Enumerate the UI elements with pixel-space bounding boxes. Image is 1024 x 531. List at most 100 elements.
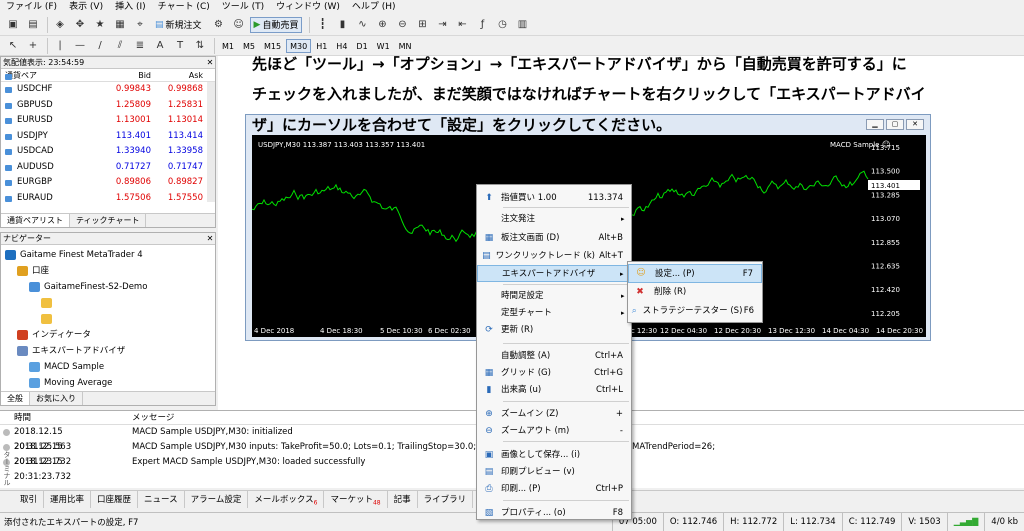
market-watch-row[interactable]: GBPUSD 1.25809 1.25831 bbox=[1, 98, 215, 114]
context-menu-item[interactable]: 自動調整 (A) Ctrl+A bbox=[477, 348, 631, 365]
context-menu-item[interactable]: エキスパートアドバイザ ▸ bbox=[477, 265, 631, 282]
terminal-icon[interactable]: ▦ bbox=[111, 17, 129, 33]
market-watch-row[interactable]: EURUSD 1.13001 1.13014 bbox=[1, 113, 215, 129]
profiles-icon[interactable]: ▤ bbox=[24, 17, 42, 33]
data-window-icon[interactable]: ★ bbox=[91, 17, 109, 33]
auto-trading-button[interactable]: ▶ 自動売買 bbox=[249, 16, 303, 33]
market-watch-row[interactable]: USDCAD 1.33940 1.33958 bbox=[1, 144, 215, 160]
context-menu-item[interactable]: ▧ プロパティ... (o) F8 bbox=[477, 505, 631, 522]
timeframe-d1[interactable]: D1 bbox=[352, 39, 371, 53]
navigator-item[interactable]: エキスパートアドバイザ bbox=[1, 343, 215, 359]
context-menu-item[interactable]: ⬆ 指値買い 1.00 113.374 bbox=[477, 190, 631, 207]
submenu-item[interactable]: ☺ 設定... (P) F7 bbox=[628, 264, 762, 283]
horizontal-line-icon[interactable]: — bbox=[71, 38, 89, 54]
terminal-tab[interactable]: ライブラリ bbox=[418, 491, 474, 508]
terminal-tab[interactable]: マーケット48 bbox=[324, 491, 388, 508]
navigator-item[interactable] bbox=[1, 311, 215, 327]
tab-general[interactable]: 全般 bbox=[1, 392, 30, 405]
menu-item-3[interactable]: チャート (C) bbox=[152, 0, 216, 14]
navigator-icon[interactable]: ✥ bbox=[71, 17, 89, 33]
menu-item-2[interactable]: 挿入 (I) bbox=[109, 0, 152, 14]
channel-icon[interactable]: ⫽ bbox=[111, 38, 129, 54]
terminal-tab[interactable]: メールボックス6 bbox=[248, 491, 325, 508]
context-menu-item[interactable]: ▤ 印刷プレビュー (v) bbox=[477, 464, 631, 481]
context-menu-item[interactable]: ▤ ワンクリックトレード (k) Alt+T bbox=[477, 248, 631, 265]
navigator-item[interactable]: 口座 bbox=[1, 263, 215, 279]
context-menu-item[interactable]: 注文発注 ▸ bbox=[477, 211, 631, 228]
menu-item-0[interactable]: ファイル (F) bbox=[0, 0, 63, 14]
navigator-item[interactable]: インディケータ bbox=[1, 327, 215, 343]
line-chart-icon[interactable]: ∿ bbox=[353, 17, 371, 33]
context-menu-item[interactable]: 時間足設定 ▸ bbox=[477, 288, 631, 305]
menu-item-5[interactable]: ウィンドウ (W) bbox=[270, 0, 346, 14]
menu-item-6[interactable]: ヘルプ (H) bbox=[346, 0, 402, 14]
context-menu-item[interactable]: ▦ 板注文画面 (D) Alt+B bbox=[477, 230, 631, 247]
autoscroll-icon[interactable]: ⇥ bbox=[433, 17, 451, 33]
navigator-item[interactable]: GaitameFinest-S2-Demo bbox=[1, 279, 215, 295]
menu-item-4[interactable]: ツール (T) bbox=[216, 0, 270, 14]
market-watch-icon[interactable]: ◈ bbox=[51, 17, 69, 33]
terminal-tab[interactable]: 記事 bbox=[388, 491, 418, 508]
cursor-icon[interactable]: ↖ bbox=[4, 38, 22, 54]
navigator-item[interactable] bbox=[1, 295, 215, 311]
arrows-icon[interactable]: ⇅ bbox=[191, 38, 209, 54]
market-watch-row[interactable]: EURGBP 0.89806 0.89827 bbox=[1, 175, 215, 191]
context-menu-item[interactable]: ⟳ 更新 (R) bbox=[477, 322, 631, 339]
bar-chart-icon[interactable]: ┇ bbox=[313, 17, 331, 33]
terminal-tab[interactable]: 運用比率 bbox=[44, 491, 92, 508]
market-watch-row[interactable]: USDCHF 0.99843 0.99868 bbox=[1, 82, 215, 98]
timeframe-mn[interactable]: MN bbox=[395, 39, 416, 53]
market-watch-row[interactable]: EURAUD 1.57506 1.57550 bbox=[1, 191, 215, 207]
context-menu-item[interactable]: ▣ 画像として保存... (i) bbox=[477, 447, 631, 464]
context-menu-item[interactable]: 定型チャート ▸ bbox=[477, 305, 631, 322]
navigator-item[interactable]: Moving Average bbox=[1, 375, 215, 391]
timeframe-m30[interactable]: M30 bbox=[286, 38, 312, 53]
timeframe-m5[interactable]: M5 bbox=[239, 39, 259, 53]
tab-tick-chart[interactable]: ティックチャート bbox=[70, 214, 147, 227]
timeframe-h1[interactable]: H1 bbox=[312, 39, 331, 53]
minimize-icon[interactable]: ▁ bbox=[866, 119, 884, 130]
context-menu-item[interactable]: ⊕ ズームイン (Z) + bbox=[477, 406, 631, 423]
submenu-item[interactable]: ✖ 削除 (R) bbox=[628, 283, 762, 302]
maximize-icon[interactable]: ▢ bbox=[886, 119, 904, 130]
timeframe-m1[interactable]: M1 bbox=[218, 39, 238, 53]
close-icon[interactable]: ✕ bbox=[205, 57, 215, 68]
menu-item-1[interactable]: 表示 (V) bbox=[63, 0, 109, 14]
context-menu-item[interactable]: ⊖ ズームアウト (m) - bbox=[477, 423, 631, 440]
robot-icon[interactable]: ☺ bbox=[230, 17, 248, 33]
context-menu-item[interactable]: ▦ グリッド (G) Ctrl+G bbox=[477, 365, 631, 382]
text-icon[interactable]: A bbox=[151, 38, 169, 54]
zoom-out-toolbar-icon[interactable]: ⊖ bbox=[393, 17, 411, 33]
terminal-tab[interactable]: ニュース bbox=[138, 491, 185, 508]
vertical-line-icon[interactable]: | bbox=[51, 38, 69, 54]
tab-symbols[interactable]: 通貨ペアリスト bbox=[1, 214, 70, 227]
context-menu-item[interactable]: ▮ 出来高 (u) Ctrl+L bbox=[477, 382, 631, 399]
timeframe-m15[interactable]: M15 bbox=[260, 39, 285, 53]
text-label-icon[interactable]: T bbox=[171, 38, 189, 54]
market-watch-row[interactable]: USDJPY 113.401 113.414 bbox=[1, 129, 215, 145]
indicators-icon[interactable]: ƒ bbox=[473, 17, 491, 33]
tab-favorites[interactable]: お気に入り bbox=[30, 392, 83, 405]
close-icon[interactable]: ✕ bbox=[205, 233, 215, 244]
crosshair-icon[interactable]: + bbox=[24, 38, 42, 54]
templates-icon[interactable]: ▥ bbox=[513, 17, 531, 33]
terminal-tab[interactable]: 取引 bbox=[14, 491, 45, 508]
candlestick-icon[interactable]: ▮ bbox=[333, 17, 351, 33]
timeframe-w1[interactable]: W1 bbox=[373, 39, 394, 53]
terminal-tab[interactable]: アラーム設定 bbox=[185, 491, 249, 508]
new-chart-icon[interactable]: ▣ bbox=[4, 17, 22, 33]
timeframe-h4[interactable]: H4 bbox=[332, 39, 351, 53]
navigator-item[interactable]: Gaitame Finest MetaTrader 4 bbox=[1, 247, 215, 263]
terminal-tab[interactable]: 口座履歴 bbox=[91, 491, 139, 508]
context-menu-item[interactable]: ⎙ 印刷... (P) Ctrl+P bbox=[477, 481, 631, 498]
close-icon[interactable]: ✕ bbox=[906, 119, 924, 130]
fibonacci-icon[interactable]: ≣ bbox=[131, 38, 149, 54]
navigator-item[interactable]: MACD Sample bbox=[1, 359, 215, 375]
new-order-button[interactable]: ▤ 新規注文 bbox=[151, 17, 206, 33]
chart-shift-icon[interactable]: ⇤ bbox=[453, 17, 471, 33]
market-watch-row[interactable]: AUDUSD 0.71727 0.71747 bbox=[1, 160, 215, 176]
trendline-icon[interactable]: / bbox=[91, 38, 109, 54]
submenu-item[interactable]: ⌕ ストラテジーテスター (S) F6 bbox=[628, 302, 762, 321]
tester-icon[interactable]: ⌖ bbox=[131, 17, 149, 33]
metaeditor-icon[interactable]: ⚙ bbox=[210, 17, 228, 33]
